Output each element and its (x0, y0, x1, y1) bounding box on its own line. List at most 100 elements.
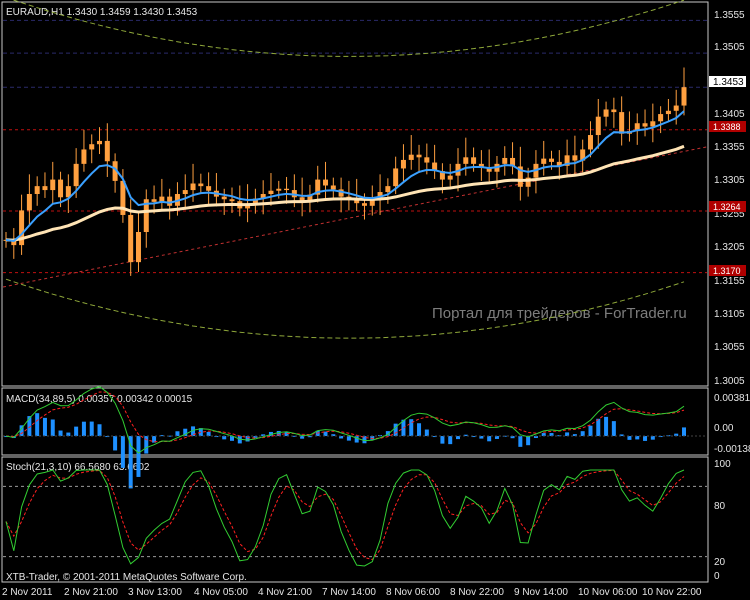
stoch-tick: 100 (714, 459, 731, 470)
macd-histogram-bar (588, 425, 593, 437)
price-tick: 1.3105 (714, 309, 745, 320)
price-tick: 1.3005 (714, 376, 745, 387)
stoch-info: Stoch(21,3,10) 66.5680 63.6602 (6, 462, 150, 473)
candle-body (128, 214, 134, 263)
candle-body (81, 149, 87, 164)
candle-body (549, 158, 555, 162)
time-tick: 2 Nov 2011 (2, 587, 53, 598)
macd-histogram-bar (682, 427, 686, 437)
candle-body (34, 186, 40, 194)
macd-histogram-bar (440, 436, 445, 444)
macd-histogram-bar (245, 436, 250, 442)
macd-histogram-bar (627, 436, 632, 440)
macd-histogram-bar (650, 436, 655, 440)
time-tick: 4 Nov 21:00 (258, 587, 312, 598)
candle-body (73, 163, 79, 187)
macd-histogram-bar (596, 418, 601, 437)
copyright: XTB-Trader, © 2001-2011 MetaQuotes Softw… (6, 572, 247, 583)
candle-body (58, 179, 64, 198)
macd-histogram-bar (206, 431, 211, 437)
candle-body (611, 109, 617, 113)
level-tag-label: 1.3170 (713, 266, 741, 276)
macd-tick: 0.00381 (714, 393, 750, 404)
candle-body (135, 232, 141, 263)
macd-histogram-bar (448, 436, 453, 445)
candle-body (463, 157, 469, 164)
time-tick: 4 Nov 05:00 (194, 587, 248, 598)
current-price-tag: 1.3453 (709, 76, 746, 88)
price-tick: 1.3055 (714, 342, 745, 353)
time-tick: 10 Nov 22:00 (642, 587, 702, 598)
candle-body (167, 196, 173, 206)
candle-body (658, 114, 664, 122)
macd-histogram-bar (89, 421, 94, 437)
candle-body (642, 123, 648, 127)
candle-body (206, 186, 212, 191)
price-tick: 1.3155 (714, 276, 745, 287)
stoch-tick: 0 (714, 571, 720, 582)
macd-histogram-bar (487, 436, 492, 442)
candle-body (50, 179, 56, 191)
macd-histogram-bar (58, 430, 63, 437)
candle-body (190, 183, 196, 191)
macd-histogram-bar (417, 423, 422, 437)
macd-histogram-bar (128, 436, 133, 489)
macd-histogram-bar (565, 432, 570, 437)
time-tick: 3 Nov 13:00 (128, 587, 182, 598)
time-tick: 9 Nov 14:00 (514, 587, 568, 598)
price-tick: 1.3305 (714, 175, 745, 186)
time-tick: 2 Nov 21:00 (64, 587, 118, 598)
current-price-label: 1.3453 (713, 77, 744, 88)
macd-histogram-bar (136, 436, 141, 477)
candle-body (665, 110, 671, 115)
macd-info: MACD(34,89,5) 0.00357 0.00342 0.00015 (6, 394, 193, 405)
chart-background (0, 0, 750, 600)
candle-body (595, 116, 601, 136)
macd-histogram-bar (113, 436, 118, 451)
macd-tick: -0.00138 (714, 444, 750, 455)
watermark: Портал для трейдеров - ForTrader.ru (432, 305, 687, 322)
candle-body (471, 157, 477, 164)
candle-body (424, 157, 430, 163)
candle-body (541, 158, 547, 164)
candle-body (361, 203, 367, 206)
time-tick: 8 Nov 22:00 (450, 587, 504, 598)
candle-body (447, 175, 453, 180)
stoch-tick: 80 (714, 501, 726, 512)
trading-chart[interactable]: Портал для трейдеров - ForTrader.ru EURA… (0, 0, 750, 600)
candle-body (229, 199, 235, 202)
candle-body (198, 183, 204, 187)
price-tick: 1.3205 (714, 242, 745, 253)
candle-body (416, 154, 422, 158)
candle-body (323, 179, 329, 186)
time-axis: 2 Nov 2011 2 Nov 21:00 3 Nov 13:00 4 Nov… (2, 587, 702, 598)
candle-body (284, 188, 290, 191)
macd-histogram-bar (346, 436, 351, 441)
macd-histogram-bar (580, 431, 585, 437)
candle-body (268, 190, 274, 194)
macd-histogram-bar (35, 413, 40, 437)
candle-body (104, 140, 110, 162)
candle-body (650, 121, 656, 127)
candle-body (26, 194, 32, 211)
candle-body (276, 188, 282, 191)
macd-tick: 0.00 (714, 423, 734, 434)
candle-body (182, 190, 188, 194)
price-tick: 1.3555 (714, 10, 745, 21)
macd-histogram-bar (635, 436, 640, 440)
level-tag-2: 1.3264 (709, 201, 746, 212)
candle-body (393, 168, 399, 187)
level-tag-label: 1.3388 (713, 122, 741, 132)
price-tick: 1.3355 (714, 142, 745, 153)
macd-histogram-bar (526, 436, 531, 446)
time-tick: 10 Nov 06:00 (578, 587, 638, 598)
symbol-info: EURAUD,H1 1.3430 1.3459 1.3430 1.3453 (6, 7, 198, 18)
candle-body (502, 157, 508, 164)
candle-body (385, 186, 391, 193)
candle-body (221, 196, 227, 200)
candle-body (408, 154, 414, 160)
candle-body (42, 186, 48, 191)
macd-histogram-bar (175, 431, 180, 437)
macd-histogram-bar (424, 429, 429, 437)
time-tick: 7 Nov 14:00 (322, 587, 376, 598)
